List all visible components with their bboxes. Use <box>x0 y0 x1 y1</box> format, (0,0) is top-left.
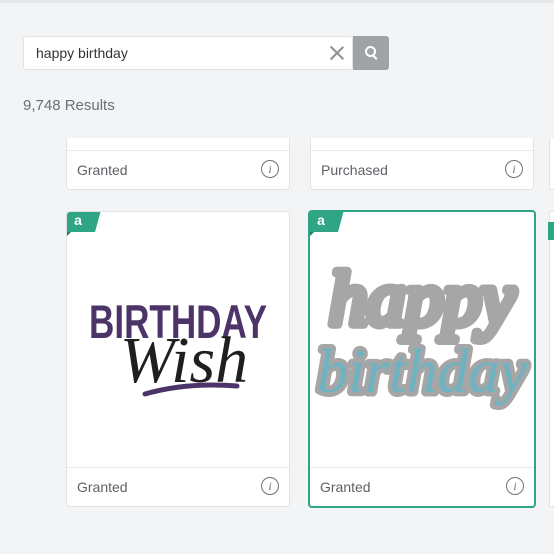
card-footer: Granted i <box>67 150 289 189</box>
asset-card[interactable]: Purchased i <box>310 138 534 190</box>
design-line-1: happy <box>329 257 515 341</box>
asset-card-partial[interactable] <box>549 138 554 190</box>
happy-birthday-image: happy happy birthday birthday <box>312 253 532 411</box>
info-icon[interactable]: i <box>505 160 523 178</box>
card-status: Granted <box>320 479 371 495</box>
card-footer: Purchased i <box>311 150 533 189</box>
card-footer: Granted i <box>67 467 289 506</box>
card-footer: Granted i <box>310 467 534 506</box>
search-icon <box>365 46 376 57</box>
top-divider <box>0 0 554 3</box>
info-icon[interactable]: i <box>261 477 279 495</box>
info-icon[interactable]: i <box>506 477 524 495</box>
close-icon[interactable] <box>328 44 346 62</box>
asset-card-selected[interactable]: a happy happy birthday birthday Granted … <box>308 210 536 508</box>
card-status: Purchased <box>321 162 388 178</box>
card-status: Granted <box>77 162 128 178</box>
info-icon[interactable]: i <box>261 160 279 178</box>
search-button[interactable] <box>353 36 389 70</box>
card-status: Granted <box>77 479 128 495</box>
results-count: 9,748 Results <box>23 97 115 114</box>
search-input[interactable] <box>36 37 326 69</box>
asset-card[interactable]: Granted i <box>66 138 290 190</box>
birthday-wish-image: BIRTHDAY Wish <box>89 295 267 397</box>
design-line-2: birthday <box>317 338 528 406</box>
search-bar <box>23 36 353 70</box>
asset-card[interactable]: a BIRTHDAY Wish Granted i <box>66 211 290 507</box>
asset-card-partial[interactable] <box>548 211 554 507</box>
